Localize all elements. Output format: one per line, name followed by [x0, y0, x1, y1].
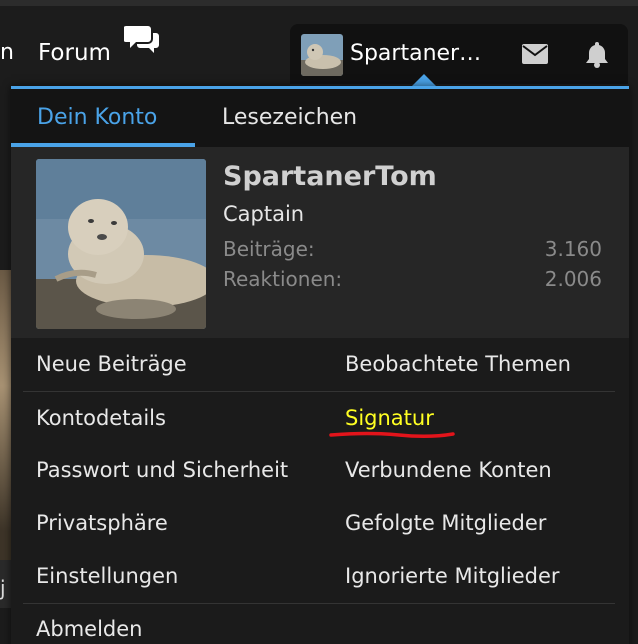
avatar — [301, 34, 343, 76]
link-beobachtete-themen[interactable]: Beobachtete Themen — [345, 352, 571, 376]
profile-username[interactable]: SpartanerTom — [223, 161, 437, 192]
nav-forum-link[interactable]: Forum — [38, 40, 111, 66]
divider — [23, 603, 615, 604]
page: n Forum Spartaner… j Dein Konto Lesezeic… — [0, 0, 638, 644]
annotation-underline — [329, 431, 455, 439]
link-kontodetails[interactable]: Kontodetails — [36, 406, 166, 430]
link-ignorierte-mitglieder[interactable]: Ignorierte Mitglieder — [345, 564, 560, 588]
stat-label-reactions: Reaktionen: — [223, 267, 343, 291]
stat-value-posts: 3.160 — [544, 237, 602, 261]
tab-dein-konto[interactable]: Dein Konto — [37, 105, 157, 130]
top-navigation: n Forum Spartaner… — [0, 0, 638, 86]
link-passwort-sicherheit[interactable]: Passwort und Sicherheit — [36, 458, 288, 482]
link-privatsphaere[interactable]: Privatsphäre — [36, 511, 168, 535]
link-abmelden[interactable]: Abmelden — [36, 617, 142, 641]
divider — [23, 391, 615, 392]
user-menu-trigger[interactable]: Spartaner… — [290, 24, 628, 84]
nav-item-partial[interactable]: n — [0, 40, 14, 65]
link-gefolgte-mitglieder[interactable]: Gefolgte Mitglieder — [345, 511, 546, 535]
background-text-fragment: j — [0, 576, 6, 600]
bell-icon[interactable] — [584, 40, 610, 68]
tab-lesezeichen[interactable]: Lesezeichen — [222, 105, 357, 130]
link-verbundene-konten[interactable]: Verbundene Konten — [345, 458, 552, 482]
chat-icon[interactable] — [124, 24, 160, 56]
username-label: Spartaner… — [350, 41, 482, 66]
account-dropdown: Dein Konto Lesezeichen SpartanerTom Capt… — [11, 86, 629, 644]
dropdown-caret — [412, 74, 436, 86]
mail-icon[interactable] — [522, 44, 548, 64]
dropdown-tabs: Dein Konto Lesezeichen — [11, 89, 629, 147]
profile-summary: SpartanerTom Captain Beiträge: 3.160 Rea… — [11, 147, 629, 338]
stat-label-posts: Beiträge: — [223, 237, 315, 261]
link-einstellungen[interactable]: Einstellungen — [36, 564, 178, 588]
profile-avatar[interactable] — [36, 159, 206, 329]
stat-value-reactions: 2.006 — [544, 267, 602, 291]
top-strip — [0, 0, 638, 6]
profile-user-title: Captain — [223, 202, 305, 226]
link-signatur[interactable]: Signatur — [345, 406, 434, 430]
link-neue-beitraege[interactable]: Neue Beiträge — [36, 352, 187, 376]
